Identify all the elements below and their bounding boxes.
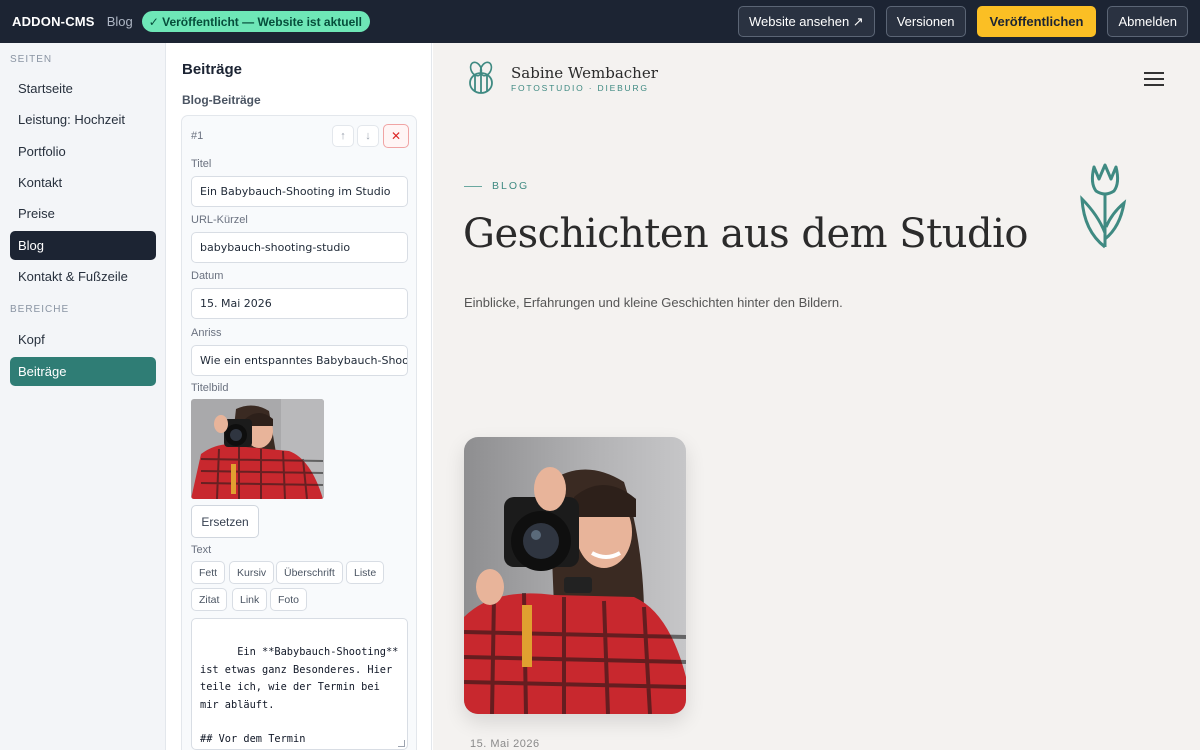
teaser-label: Anriss [191, 327, 222, 339]
text-editor[interactable]: Ein **Babybauch-Shooting** ist etwas gan… [191, 618, 408, 750]
format-bold-button[interactable]: Fett [191, 561, 226, 584]
format-italic-button[interactable]: Kursiv [229, 561, 275, 584]
slug-field[interactable]: babybauch-shooting-studio [191, 232, 408, 263]
arrow-up-icon: ↑ [340, 130, 346, 142]
format-heading-button[interactable]: Überschrift [276, 561, 343, 584]
view-website-button[interactable]: Website ansehen ↗ [737, 6, 875, 37]
date-field[interactable]: 15. Mai 2026 [191, 288, 408, 319]
title-image-thumbnail[interactable] [191, 399, 324, 499]
image-label: Titelbild [191, 382, 229, 394]
move-up-button[interactable]: ↑ [332, 125, 354, 147]
nav-section-areas: BEREICHE [10, 304, 70, 315]
text-editor-content: Ein **Babybauch-Shooting** ist etwas gan… [200, 646, 399, 746]
teaser-field[interactable]: Wie ein entspanntes Babybauch-Shooting b… [191, 345, 408, 376]
eyebrow-line [464, 185, 482, 187]
format-quote-button[interactable]: Zitat [191, 588, 228, 611]
versions-button[interactable]: Versionen [885, 6, 966, 37]
title-label: Titel [191, 158, 212, 170]
sidebar-item-kontakt-fusszeile[interactable]: Kontakt & Fußzeile [10, 262, 156, 291]
status-badge: ✓ Veröffentlicht — Website ist aktuell [141, 11, 370, 32]
sidebar-item-startseite[interactable]: Startseite [10, 74, 156, 103]
entry-number: #1 [191, 130, 204, 142]
sidebar-item-beitraege[interactable]: Beiträge [10, 357, 156, 386]
menu-icon[interactable] [1144, 72, 1164, 90]
slug-label: URL-Kürzel [191, 214, 248, 226]
close-icon: ✕ [390, 129, 402, 143]
eyebrow-label: BLOG [492, 180, 530, 192]
replace-image-button[interactable]: Ersetzen [191, 505, 259, 538]
sidebar-item-kopf[interactable]: Kopf [10, 325, 156, 354]
title-field[interactable]: Ein Babybauch-Shooting im Studio [191, 176, 408, 207]
top-actions: Website ansehen ↗ Versionen Veröffentlic… [737, 6, 1188, 37]
arrow-down-icon: ↓ [365, 130, 371, 142]
sidebar-item-portfolio[interactable]: Portfolio [10, 137, 156, 166]
sidebar: SEITEN Startseite Leistung: Hochzeit Por… [0, 43, 166, 750]
editor-subtitle: Blog-Beiträge [182, 93, 261, 107]
nav-section-pages: SEITEN [10, 54, 53, 65]
date-label: Datum [191, 270, 224, 282]
sidebar-item-kontakt[interactable]: Kontakt [10, 168, 156, 197]
section-eyebrow: BLOG [464, 180, 529, 192]
publish-button[interactable]: Veröffentlichen [976, 6, 1097, 37]
bee-logo-icon [464, 61, 498, 100]
move-down-button[interactable]: ↓ [357, 125, 379, 147]
page-title: Geschichten aus dem Studio [463, 211, 1029, 257]
format-link-button[interactable]: Link [232, 588, 268, 611]
sidebar-item-blog[interactable]: Blog [10, 231, 156, 260]
delete-entry-button[interactable]: ✕ [383, 124, 409, 148]
post-entry-card: #1 ↑ ↓ ✕ Titel Ein Babybauch-Shooting im… [181, 115, 417, 750]
editor-title: Beiträge [182, 61, 243, 78]
logout-button[interactable]: Abmelden [1107, 6, 1188, 37]
sidebar-item-hochzeit[interactable]: Leistung: Hochzeit [10, 105, 156, 134]
app-brand: ADDON-CMS [12, 14, 95, 29]
sidebar-item-preise[interactable]: Preise [10, 199, 156, 228]
post-cover-image[interactable] [464, 437, 686, 714]
post-date: 15. Mai 2026 [470, 738, 540, 750]
text-label: Text [191, 544, 212, 556]
breadcrumb: Blog [106, 14, 133, 29]
format-list-button[interactable]: Liste [346, 561, 385, 584]
logo-subtitle: FOTOSTUDIO · DIEBURG [511, 83, 649, 93]
website-preview: Sabine Wembacher FOTOSTUDIO · DIEBURG BL… [433, 43, 1200, 750]
tulip-icon [1076, 161, 1132, 256]
format-photo-button[interactable]: Foto [270, 588, 308, 611]
logo-name: Sabine Wembacher [511, 64, 658, 82]
top-bar: ADDON-CMS Blog ✓ Veröffentlicht — Websit… [0, 0, 1200, 43]
page-intro: Einblicke, Erfahrungen und kleine Geschi… [464, 295, 843, 310]
editor-panel: Beiträge Blog-Beiträge #1 ↑ ↓ ✕ Titel Ei… [166, 43, 432, 750]
resize-handle[interactable] [398, 740, 405, 747]
